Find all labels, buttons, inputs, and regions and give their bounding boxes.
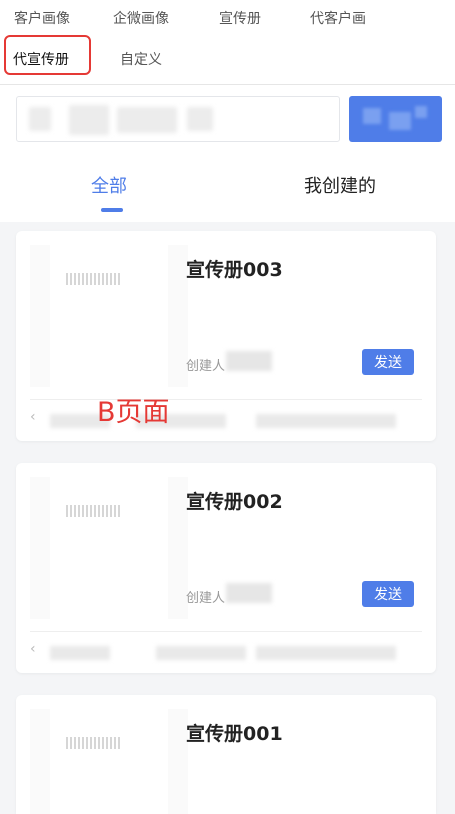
tab-all[interactable]: 全部	[91, 172, 127, 198]
tab-wecom-profile[interactable]: 企微画像	[113, 8, 169, 28]
divider	[30, 399, 422, 400]
footer-redacted	[50, 646, 110, 660]
brochure-thumbnail	[30, 477, 188, 619]
search-button[interactable]	[349, 96, 442, 142]
send-button[interactable]: 发送	[362, 581, 414, 607]
send-button[interactable]: 发送	[362, 349, 414, 375]
brochure-card[interactable]: 宣传册002 创建人 发送 ‹	[16, 463, 436, 673]
divider	[30, 631, 422, 632]
tab-created-by-me[interactable]: 我创建的	[304, 172, 376, 198]
page-annotation: B页面	[97, 397, 170, 428]
brochure-title: 宣传册002	[186, 491, 283, 513]
tab-customer-profile[interactable]: 客户画像	[14, 8, 70, 28]
creator-name-redacted	[226, 583, 272, 603]
brochure-card[interactable]: 宣传册003 创建人 发送 ‹	[16, 231, 436, 441]
highlight-box	[4, 35, 91, 75]
creator-label: 创建人	[186, 359, 226, 374]
tab-custom[interactable]: 自定义	[120, 49, 162, 69]
creator-label: 创建人	[186, 591, 226, 606]
eye-icon: ‹	[30, 409, 36, 425]
category-tab-bar: 客户画像 企微画像 宣传册 代客户画 代宣传册 自定义	[0, 0, 455, 85]
search-area	[0, 85, 455, 150]
creator-name-redacted	[226, 351, 272, 371]
active-tab-indicator	[101, 208, 123, 212]
filter-tabs: 全部 我创建的	[0, 150, 455, 222]
chevron-left-icon: ‹	[30, 641, 36, 657]
brochure-thumbnail	[30, 245, 188, 387]
tab-brochure[interactable]: 宣传册	[219, 8, 261, 28]
search-input[interactable]	[16, 96, 340, 142]
brochure-card[interactable]: 宣传册001	[16, 695, 436, 814]
brochure-title: 宣传册003	[186, 259, 283, 281]
brochure-thumbnail	[30, 709, 188, 814]
brochure-title: 宣传册001	[186, 723, 283, 745]
tab-proxy-customer-profile[interactable]: 代客户画	[310, 8, 366, 28]
